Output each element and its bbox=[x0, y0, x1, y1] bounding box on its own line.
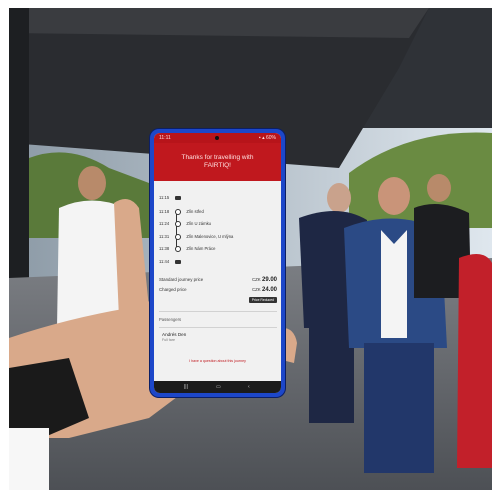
journey-timeline: 11:15 11:18 Zlín střed 11:24 Zlín U zámk… bbox=[154, 183, 281, 275]
charged-price-row: Charged price CZK 24.00 bbox=[159, 285, 277, 295]
journey-header: Thanks for travelling with FAIRTIQ! bbox=[154, 143, 281, 181]
roof-edge bbox=[9, 8, 429, 38]
divider bbox=[159, 327, 277, 328]
standard-price-amount: CZK 29.00 bbox=[252, 275, 277, 285]
home-icon[interactable]: ▭ bbox=[216, 384, 221, 390]
stop-time: 11:44 bbox=[159, 259, 170, 264]
camera-icon bbox=[215, 136, 219, 140]
stop-time: 11:18 bbox=[159, 209, 170, 215]
header-line-1: Thanks for travelling with bbox=[181, 154, 254, 161]
android-nav-bar: ||| ▭ ‹ bbox=[154, 381, 281, 393]
charged-price-label: Charged price bbox=[159, 287, 187, 292]
charged-price-amount: CZK 24.00 bbox=[252, 285, 277, 295]
stop-dot-icon bbox=[175, 221, 182, 227]
stop-dot-icon bbox=[175, 209, 182, 215]
stop-row[interactable]: 11:44 bbox=[159, 259, 279, 264]
status-time: 11:11 bbox=[159, 135, 171, 141]
person-red-dress bbox=[457, 254, 492, 468]
recent-apps-icon[interactable]: ||| bbox=[184, 384, 188, 390]
stop-row[interactable]: 11:24 Zlín U zámku bbox=[159, 221, 279, 227]
journey-question-link[interactable]: I have a question about this journey bbox=[154, 359, 281, 363]
stop-row[interactable]: 11:15 bbox=[159, 195, 279, 200]
price-badge: Price Reduced bbox=[248, 297, 277, 303]
stop-time: 11:38 bbox=[159, 246, 170, 252]
stop-name: Zlín U zámku bbox=[186, 221, 212, 227]
stop-name: Zlín střed bbox=[186, 209, 204, 215]
smartphone: 11:11 ▪ ▴ 60% Thanks for travelling with… bbox=[150, 129, 285, 397]
charged-price-value: 24.00 bbox=[261, 287, 277, 293]
stop-time: 11:31 bbox=[159, 234, 170, 240]
stop-name: Zlín Malenovice, U mlýna bbox=[186, 234, 234, 240]
bus-icon bbox=[175, 195, 182, 200]
price-summary: Standard journey price CZK 29.00 Charged… bbox=[159, 275, 277, 303]
standard-price-value: 29.00 bbox=[261, 277, 277, 283]
bus-icon bbox=[175, 259, 182, 264]
status-icons: ▪ ▴ 60% bbox=[258, 135, 276, 141]
stop-dot-icon bbox=[175, 234, 182, 240]
divider bbox=[159, 311, 277, 312]
stop-name: Zlín Nám Práce bbox=[186, 246, 216, 252]
phone-screen: 11:11 ▪ ▴ 60% Thanks for travelling with… bbox=[154, 133, 281, 393]
standard-price-row: Standard journey price CZK 29.00 bbox=[159, 275, 277, 285]
header-line-2: FAIRTIQ! bbox=[204, 162, 231, 169]
stop-row[interactable]: 11:18 Zlín střed bbox=[159, 209, 279, 215]
back-icon[interactable]: ‹ bbox=[248, 384, 250, 390]
photo-page: 11:11 ▪ ▴ 60% Thanks for travelling with… bbox=[0, 0, 493, 494]
passenger-name[interactable]: Andrés Den bbox=[162, 332, 186, 337]
shirt-sleeve bbox=[9, 428, 49, 490]
stop-time: 11:24 bbox=[159, 221, 170, 227]
standard-price-label: Standard journey price bbox=[159, 277, 204, 282]
currency: CZK bbox=[251, 287, 261, 292]
passengers-heading: Passengers bbox=[159, 317, 182, 322]
photograph: 11:11 ▪ ▴ 60% Thanks for travelling with… bbox=[9, 8, 492, 490]
stop-dot-icon bbox=[175, 246, 182, 252]
stop-row[interactable]: 11:38 Zlín Nám Práce bbox=[159, 246, 279, 252]
passenger-fare-type: Full fare bbox=[162, 338, 175, 342]
stop-time: 11:15 bbox=[159, 195, 170, 200]
stop-row[interactable]: 11:31 Zlín Malenovice, U mlýna bbox=[159, 234, 279, 240]
currency: CZK bbox=[251, 277, 261, 282]
